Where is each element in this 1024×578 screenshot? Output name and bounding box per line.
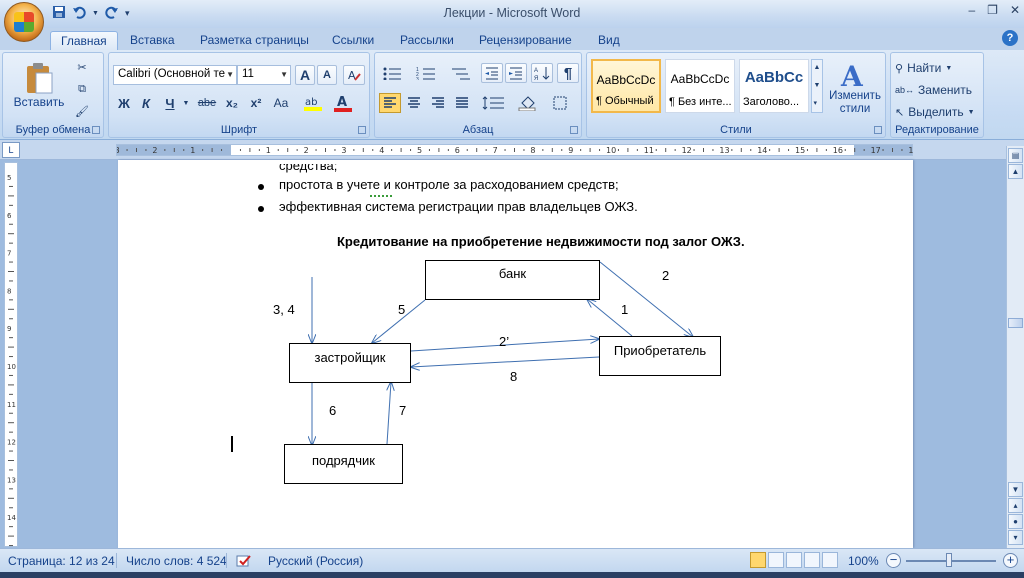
zoom-slider-thumb[interactable] [946,553,952,567]
zoom-out-icon[interactable]: − [886,553,901,568]
word-count[interactable]: Число слов: 4 524 [126,554,227,568]
scroll-thumb[interactable] [1008,318,1023,328]
node-bank: банк [425,260,600,300]
select-browse-object-icon[interactable]: ● [1008,514,1023,529]
office-button[interactable] [4,2,44,42]
office-logo-icon [14,12,34,32]
edge-label-3-4: 3, 4 [273,302,295,317]
edge-label-6: 6 [329,403,337,418]
previous-page-icon[interactable]: ▴ [1008,498,1023,513]
scroll-up-icon[interactable]: ▲ [1008,164,1023,179]
arrow-7 [387,382,391,445]
language[interactable]: Русский (Россия) [268,554,363,568]
node-developer: застройщик [289,343,411,383]
separator [116,553,117,568]
edge-label-2: 2 [662,268,670,283]
arrow-8 [411,356,600,367]
zoom-level[interactable]: 100% [848,554,879,568]
print-layout-view-icon[interactable] [750,552,766,568]
text-cursor [231,436,233,452]
arrow-2 [599,261,693,337]
proofing-icon[interactable] [236,554,252,571]
node-buyer: Приобретатель [599,336,721,376]
view-ruler-icon[interactable]: ▤ [1008,148,1023,163]
edge-label-7: 7 [399,403,407,418]
node-contractor: подрядчик [284,444,403,484]
vertical-scrollbar[interactable]: ▤ ▲ ▼ ▴ ● ▾ [1006,146,1024,548]
zoom-in-icon[interactable]: + [1003,553,1018,568]
edge-label-5: 5 [398,302,406,317]
edge-label-1: 1 [621,302,629,317]
full-screen-reading-view-icon[interactable] [768,552,784,568]
draft-view-icon[interactable] [822,552,838,568]
next-page-icon[interactable]: ▾ [1008,530,1023,545]
status-bar: Страница: 12 из 24 Число слов: 4 524 Рус… [0,548,1024,572]
outline-view-icon[interactable] [804,552,820,568]
scroll-down-icon[interactable]: ▼ [1008,482,1023,497]
separator [226,553,227,568]
web-layout-view-icon[interactable] [786,552,802,568]
taskbar [0,572,1024,578]
edge-label-8: 8 [510,369,518,384]
page-count[interactable]: Страница: 12 из 24 [8,554,115,568]
edge-label-2-prime: 2’ [499,334,510,349]
